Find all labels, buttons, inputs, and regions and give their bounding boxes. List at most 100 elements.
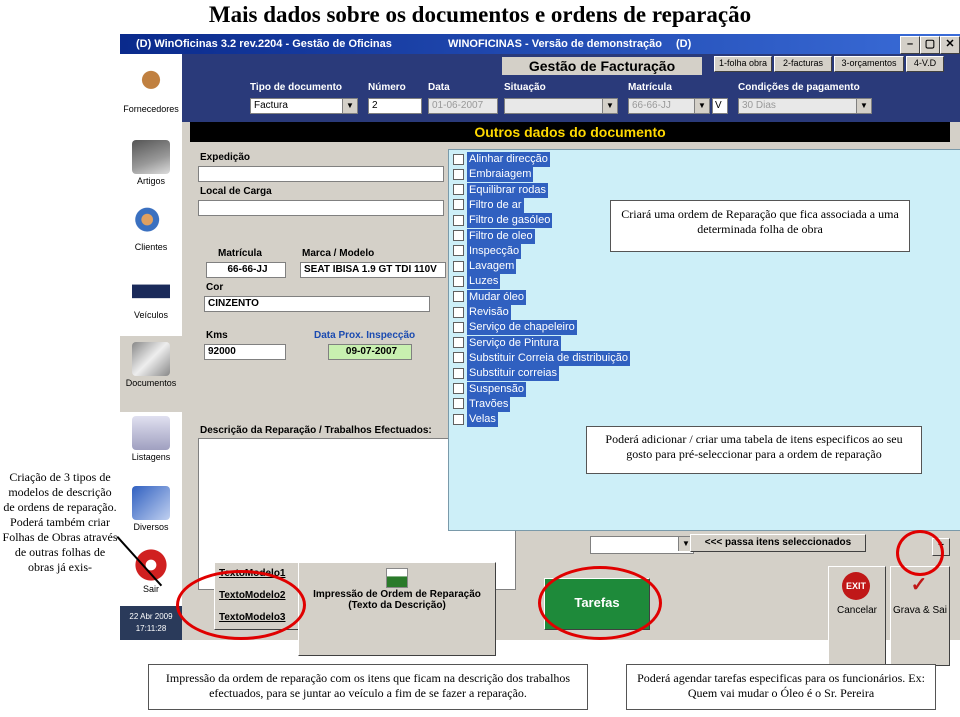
descricao-label: Descrição da Reparação / Trabalhos Efect… — [200, 425, 432, 436]
tab-facturas[interactable]: 2-facturas — [774, 56, 832, 72]
misc-icon — [132, 486, 170, 520]
marca-value: SEAT IBISA 1.9 GT TDI 110V — [304, 264, 437, 275]
matricula-label: Matrícula — [218, 248, 262, 259]
callout-ordem-reparacao: Criará uma ordem de Reparação que fica a… — [610, 200, 910, 252]
matricula-value: 66-66-JJ — [227, 264, 268, 275]
sidebar-item-fornecedores[interactable]: Fornecedores — [120, 68, 182, 114]
billing-title: Gestão de Facturação — [502, 57, 702, 75]
expedicao-field[interactable] — [198, 166, 444, 182]
local-carga-field[interactable] — [198, 200, 444, 216]
sidebar-item-listagens[interactable]: Listagens — [120, 416, 182, 462]
maximize-button[interactable]: ▢ — [920, 36, 940, 54]
list-item[interactable]: Filtro de gasóleo — [453, 213, 553, 229]
callout-impressao: Impressão da ordem de reparação com os i… — [148, 664, 588, 710]
checkbox[interactable] — [453, 230, 464, 242]
list-item[interactable]: Filtro de ar — [453, 197, 524, 213]
window-subtitle: WINOFICINAS - Versão de demonstração — [448, 38, 662, 50]
list-item-label: Filtro de ar — [467, 197, 524, 213]
list-item[interactable]: Lavagem — [453, 259, 517, 275]
list-item[interactable]: Inspecção — [453, 243, 522, 259]
sidebar-item-diversos[interactable]: Diversos — [120, 486, 182, 532]
kms-field[interactable]: 92000 — [204, 344, 286, 360]
list-item[interactable]: Serviço de chapeleiro — [453, 320, 577, 336]
list-item-label: Serviço de Pintura — [467, 335, 561, 351]
condicoes-select[interactable]: 30 Dias ▼ — [738, 98, 872, 114]
car-print-icon — [386, 568, 408, 588]
chevron-down-icon[interactable]: ▼ — [342, 99, 357, 113]
checkbox[interactable] — [453, 321, 464, 333]
tab-vd[interactable]: 4-V.D — [906, 56, 944, 72]
list-item[interactable]: Alinhar direcção — [453, 152, 550, 167]
kms-value: 92000 — [208, 346, 236, 357]
checkbox[interactable] — [453, 168, 464, 180]
list-item[interactable]: Revisão — [453, 305, 511, 320]
sidebar-item-artigos[interactable]: Artigos — [120, 140, 182, 186]
checkbox[interactable] — [453, 199, 464, 211]
matricula-field[interactable]: 66-66-JJ — [206, 262, 286, 278]
list-item-label: Equilibrar rodas — [467, 182, 549, 198]
list-item[interactable]: Embraiagem — [453, 167, 534, 183]
matricula-flag[interactable]: V — [712, 98, 728, 114]
checkbox[interactable] — [453, 337, 464, 349]
tipo-doc-select[interactable]: Factura ▼ — [250, 98, 358, 114]
list-item[interactable]: Filtro de oleo — [453, 228, 535, 244]
exit-icon: EXIT — [842, 572, 870, 600]
marca-field[interactable]: SEAT IBISA 1.9 GT TDI 110V — [300, 262, 446, 278]
tab-orcamentos[interactable]: 3-orçamentos — [834, 56, 904, 72]
checkbox[interactable] — [453, 260, 464, 272]
numero-field[interactable]: 2 — [368, 98, 422, 114]
documents-icon — [132, 342, 170, 376]
checkbox[interactable] — [453, 291, 464, 303]
items-filter-select[interactable]: ▼ — [590, 536, 694, 554]
matricula-select[interactable]: 66-66-JJ ▼ — [628, 98, 710, 114]
inspecao-value: 09-07-2007 — [345, 346, 398, 357]
checkbox[interactable] — [453, 245, 464, 257]
sidebar-item-label: Artigos — [136, 176, 165, 186]
sidebar-item-documentos[interactable]: Documentos — [120, 336, 182, 412]
list-item[interactable]: Velas — [453, 412, 498, 428]
data-field[interactable]: 01-06-2007 — [428, 98, 498, 114]
sidebar-item-veiculos[interactable]: Veículos — [120, 274, 182, 320]
checkbox[interactable] — [453, 153, 464, 165]
list-item[interactable]: Suspensão — [453, 381, 527, 397]
situacao-select[interactable]: ▼ — [504, 98, 618, 114]
chevron-down-icon[interactable]: ▼ — [602, 99, 617, 113]
sidebar-item-sair[interactable]: Sair — [120, 548, 182, 594]
list-item-label: Filtro de gasóleo — [467, 213, 553, 229]
list-item[interactable]: Mudar óleo — [453, 289, 527, 305]
list-item[interactable]: Luzes — [453, 274, 501, 290]
callout-modelos: Criação de 3 tipos de modelos de descriç… — [0, 466, 120, 630]
checkbox[interactable] — [453, 306, 464, 318]
list-item[interactable]: Substituir correias — [453, 366, 560, 382]
checkbox[interactable] — [453, 275, 464, 287]
checkbox[interactable] — [453, 367, 464, 379]
sidebar-item-clientes[interactable]: Clientes — [120, 206, 182, 252]
list-item-label: Alinhar direcção — [467, 152, 550, 167]
list-item[interactable]: Equilibrar rodas — [453, 182, 549, 198]
sidebar-time: 17:11:28 — [135, 624, 167, 633]
checkbox[interactable] — [453, 214, 464, 226]
checkbox[interactable] — [453, 398, 464, 410]
checkbox[interactable] — [453, 413, 464, 425]
list-item-label: Substituir correias — [467, 366, 560, 382]
inspecao-field[interactable]: 09-07-2007 — [328, 344, 412, 360]
list-item-label: Suspensão — [467, 381, 527, 397]
checkbox[interactable] — [453, 352, 464, 364]
list-item-label: Revisão — [467, 305, 511, 320]
list-item-label: Mudar óleo — [467, 289, 527, 305]
list-item[interactable]: Substituir Correia de distribuição — [453, 350, 630, 366]
situacao-label: Situação — [504, 82, 546, 93]
chevron-down-icon[interactable]: ▼ — [694, 99, 709, 113]
vehicle-icon — [132, 274, 170, 308]
list-item[interactable]: Travões — [453, 396, 511, 412]
tab-folha-obra[interactable]: 1-folha obra — [714, 56, 772, 72]
chevron-down-icon[interactable]: ▼ — [856, 99, 871, 113]
app-window: (D) WinOficinas 3.2 rev.2204 - Gestão de… — [120, 34, 960, 666]
cor-field[interactable]: CINZENTO — [204, 296, 430, 312]
checkbox[interactable] — [453, 383, 464, 395]
minimize-button[interactable]: – — [900, 36, 920, 54]
list-item[interactable]: Serviço de Pintura — [453, 335, 561, 351]
checkbox[interactable] — [453, 184, 464, 196]
pass-selected-items-button[interactable]: <<< passa itens seleccionados — [690, 534, 866, 552]
close-button[interactable]: ✕ — [940, 36, 960, 54]
